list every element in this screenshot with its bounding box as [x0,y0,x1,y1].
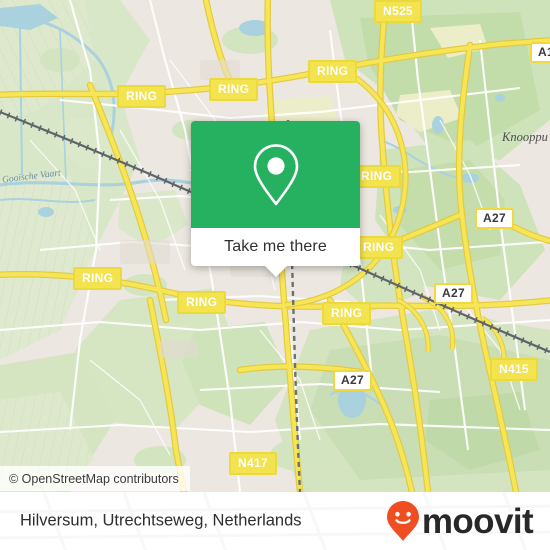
callout-footer[interactable]: Take me there [191,228,360,277]
road-shield-ring-8: RING [73,267,123,290]
map-attribution[interactable]: © OpenStreetMap contributors [0,466,190,491]
moovit-logo[interactable]: moovit [386,500,534,542]
take-me-there-callout[interactable]: Take me there [191,121,360,277]
road-shield-ring-7: RING [354,236,404,259]
road-shield-n417-14: N417 [229,452,277,475]
location-title: Hilversum, Utrechtseweg, Netherlands [20,511,302,530]
moovit-wordmark: moovit [421,501,534,541]
road-shield-ring-10: RING [177,291,227,314]
take-me-there-label: Take me there [224,238,327,255]
attribution-text: © OpenStreetMap contributors [9,471,179,486]
road-shield-ring-2: RING [308,60,358,83]
callout-tail [264,266,287,277]
moovit-map-screenshot: N525 A1 RING RING RING RING A27 RING RING A27 RING… [0,0,550,550]
road-shield-ring-4: RING [117,85,167,108]
moovit-pin-icon [386,501,419,541]
road-shield-a27-12: A27 [333,370,372,391]
road-shield-n415-13: N415 [490,358,538,381]
footer-bar: Hilversum, Utrechtseweg, Netherlands moo… [0,492,550,550]
road-shield-a1-1: A1 [530,42,550,63]
road-shield-ring-3: RING [209,78,259,101]
road-shield-ring-11: RING [322,302,372,325]
map-pin-icon [253,143,298,205]
road-shield-a27-6: A27 [475,208,514,229]
place-label-0: Knooppu [502,130,548,144]
map-canvas[interactable]: N525 A1 RING RING RING RING A27 RING RING A27 RING… [0,0,550,492]
road-shield-n525-0: N525 [374,0,422,23]
road-shield-a27-9: A27 [434,283,473,304]
callout-header [191,121,360,228]
